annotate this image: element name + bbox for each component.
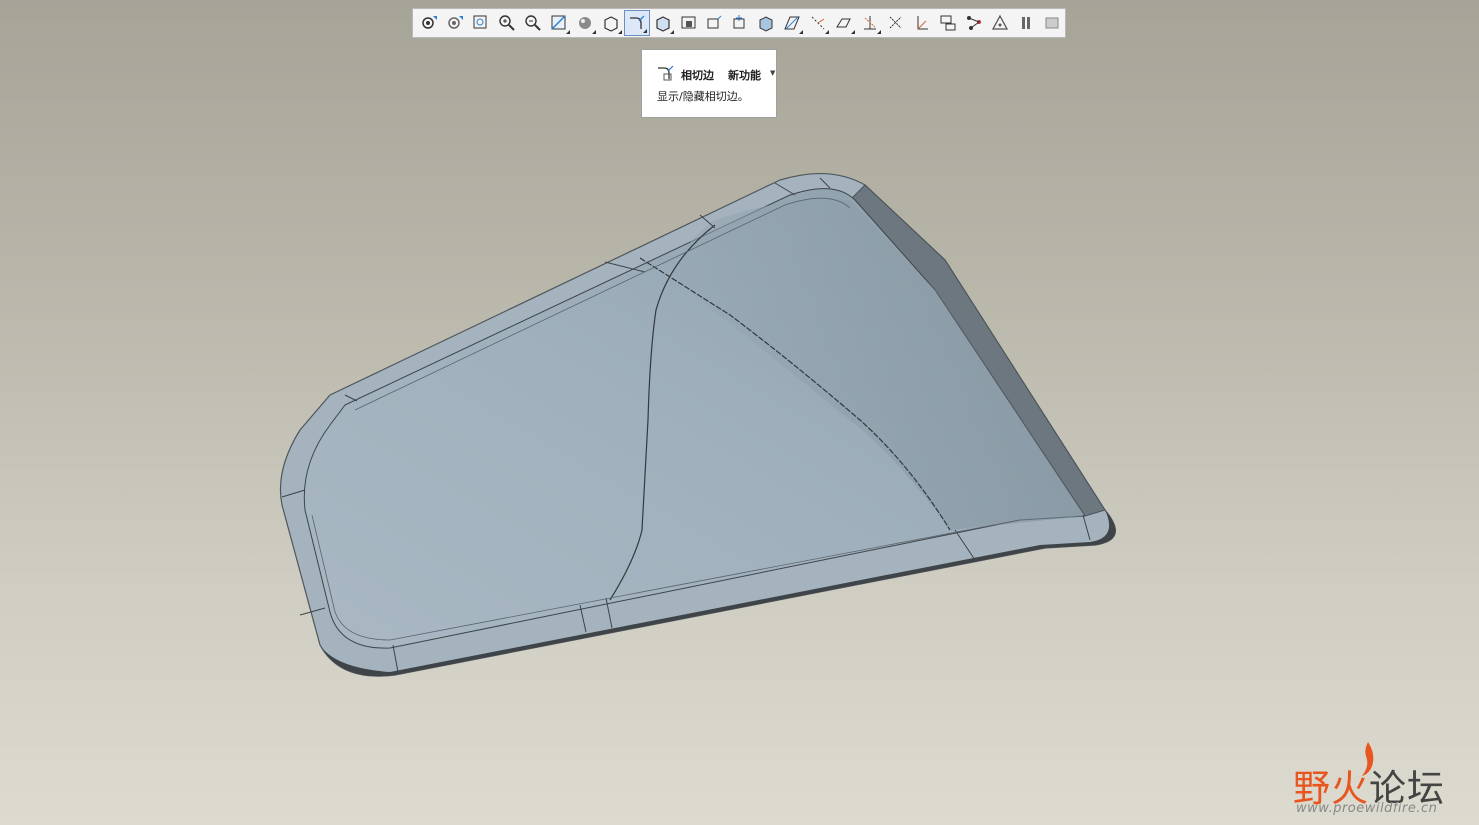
forum-url: www.proewildfire.cn: [1296, 801, 1438, 816]
model-viewport[interactable]: [0, 0, 1479, 825]
flame-icon: [1362, 742, 1374, 776]
